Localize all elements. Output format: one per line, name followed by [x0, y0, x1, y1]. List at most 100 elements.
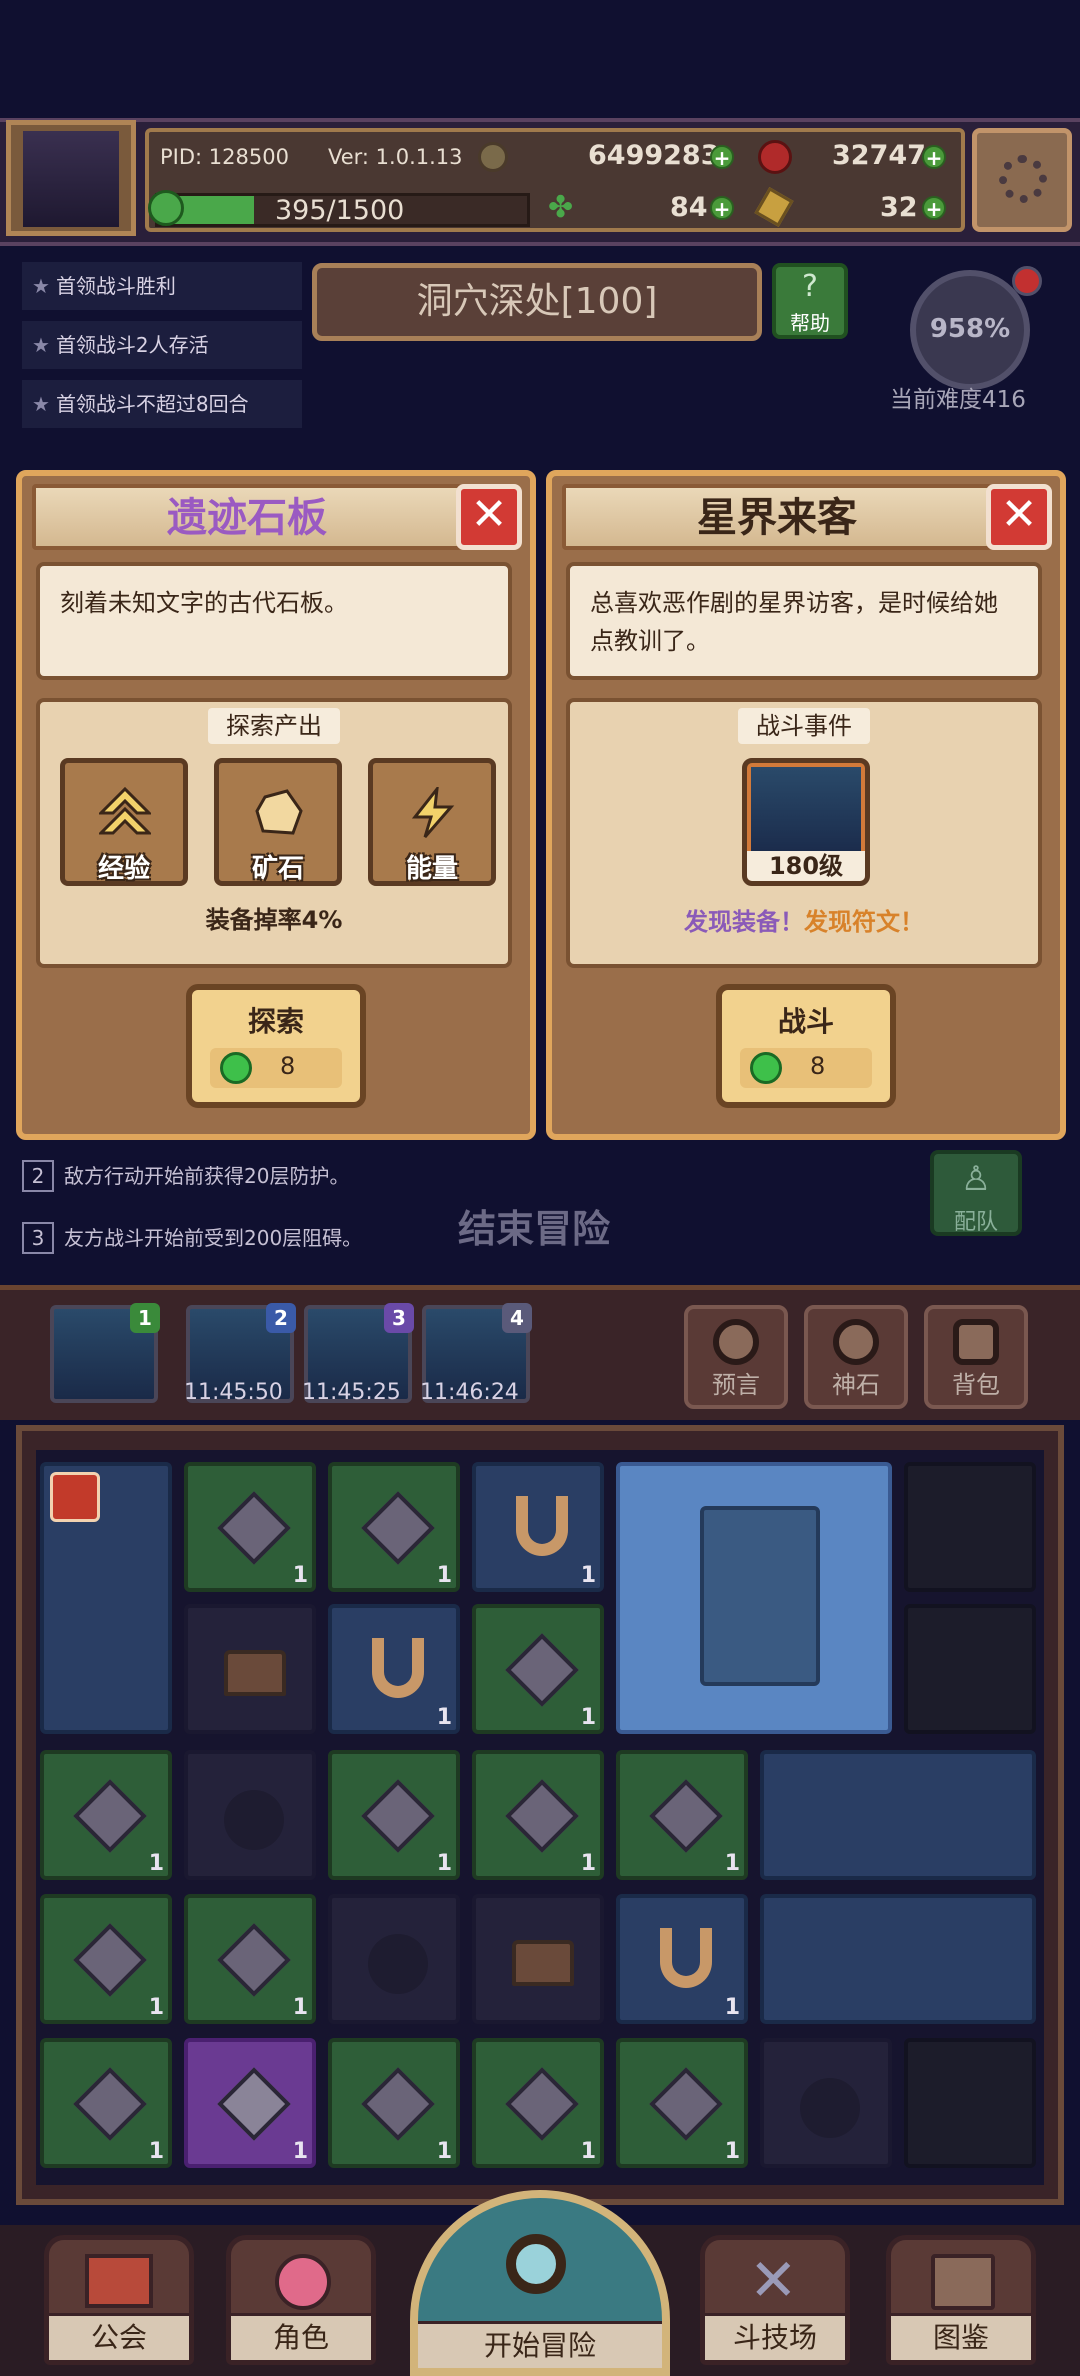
drop-rate-text: 装备掉率4%: [205, 906, 343, 934]
close-button[interactable]: ✕: [986, 484, 1052, 550]
rule-number: 3: [22, 1222, 54, 1254]
grid-cell-ore[interactable]: 1: [40, 1894, 172, 2024]
cost-row: 8: [740, 1048, 872, 1088]
pid-text: PID: 128500: [160, 145, 289, 169]
cell-count: 1: [148, 2139, 164, 2164]
grid-cell-ore[interactable]: 1: [616, 2038, 748, 2168]
cell-count: 1: [292, 1563, 308, 1588]
grid-cell-shadow[interactable]: [184, 1750, 316, 1880]
nav-guild[interactable]: 公会: [44, 2235, 194, 2365]
end-adventure-button[interactable]: 结束冒险: [458, 1198, 610, 1253]
star-visitor-tile[interactable]: [760, 1894, 1036, 2024]
lightning-icon: [411, 787, 455, 838]
ore-icon: [217, 1923, 291, 1997]
alert-dot-icon: [1012, 266, 1042, 296]
cell-count: 1: [436, 1851, 452, 1876]
coins-value: 6499283: [588, 140, 720, 171]
add-keys-icon[interactable]: +: [922, 196, 946, 220]
prophecy-button[interactable]: 预言: [684, 1305, 788, 1409]
output-panel-title: 探索产出: [208, 708, 340, 744]
slot-timer: 11:45:50: [184, 1380, 283, 1405]
reward-ore[interactable]: 矿石: [214, 758, 342, 886]
coin-icon: [478, 142, 508, 172]
green-gem-icon: [220, 1052, 252, 1084]
team-button[interactable]: ♙ 配队: [930, 1150, 1022, 1236]
explore-button[interactable]: 探索 8: [186, 984, 366, 1108]
grid-cell-ore[interactable]: 1: [472, 1750, 604, 1880]
battle-button[interactable]: 战斗 8: [716, 984, 896, 1108]
backpack-button[interactable]: 背包: [924, 1305, 1028, 1409]
chest-icon: [224, 1650, 286, 1696]
nav-arena[interactable]: ✕ 斗技场: [700, 2235, 850, 2365]
close-icon: ✕: [1000, 489, 1038, 540]
battle-panel-title: 战斗事件: [738, 708, 870, 744]
add-clover-icon[interactable]: +: [710, 196, 734, 220]
grid-cell-ore[interactable]: 1: [184, 1894, 316, 2024]
help-button[interactable]: ? 帮助: [772, 263, 848, 339]
cell-count: 1: [580, 1563, 596, 1588]
grid-cell-ore[interactable]: 1: [184, 1462, 316, 1592]
ore-icon: [649, 2067, 723, 2141]
home-marker-icon: [50, 1472, 100, 1522]
grid-cell-item[interactable]: 1: [472, 1462, 604, 1592]
stone-tablet-icon: [700, 1506, 820, 1686]
grid-cell-item[interactable]: 1: [616, 1894, 748, 2024]
grid-cell-rare-ore[interactable]: 1: [184, 2038, 316, 2168]
grid-cell-ore[interactable]: 1: [40, 1750, 172, 1880]
rubies-value: 32747: [832, 140, 926, 171]
ore-icon: [505, 1633, 579, 1707]
cell-count: 1: [724, 1995, 740, 2020]
player-avatar[interactable]: [6, 120, 136, 236]
cell-count: 1: [724, 1851, 740, 1876]
grid-cell-shadow[interactable]: [760, 2038, 892, 2168]
ore-icon: [73, 2067, 147, 2141]
grid-cell-ore[interactable]: 1: [328, 1750, 460, 1880]
grid-cell-ore[interactable]: 1: [472, 1604, 604, 1734]
card-title: 遗迹石板: [167, 495, 327, 541]
grid-cell-ore[interactable]: 1: [40, 2038, 172, 2168]
add-coins-icon[interactable]: +: [710, 145, 734, 169]
grid-cell-monster[interactable]: [328, 1894, 460, 2024]
reward-exp[interactable]: 经验: [60, 758, 188, 886]
slot-number: 4: [502, 1303, 532, 1333]
magnifier-icon: [506, 2234, 566, 2294]
team-label: 配队: [953, 1210, 998, 1235]
keys-value: 32: [880, 192, 918, 223]
reward-label: 矿石: [251, 854, 304, 884]
clover-value: 84: [670, 192, 708, 223]
godstone-button[interactable]: 神石: [804, 1305, 908, 1409]
quest-item: ★ 首领战斗不超过8回合: [22, 380, 302, 428]
entrance-tile[interactable]: [40, 1462, 172, 1734]
reward-energy[interactable]: 能量: [368, 758, 496, 886]
nav-start-adventure[interactable]: 开始冒险: [410, 2190, 670, 2376]
battle-panel: 战斗事件 180级 发现装备！发现符文！: [566, 698, 1042, 968]
shadow-icon: [224, 1790, 284, 1850]
star-icon: ★: [32, 392, 50, 416]
close-button[interactable]: ✕: [456, 484, 522, 550]
difficulty-dial[interactable]: 958%: [910, 270, 1030, 390]
star-icon: ★: [32, 274, 50, 298]
cell-count: 1: [436, 2139, 452, 2164]
card-title: 星界来客: [697, 495, 857, 541]
settings-button[interactable]: [972, 128, 1072, 232]
grid-cell-chest[interactable]: [184, 1604, 316, 1734]
nav-codex[interactable]: 图鉴: [886, 2235, 1036, 2365]
chest-icon: [512, 1940, 574, 1986]
nav-label: 斗技场: [705, 2313, 845, 2360]
nav-label: 开始冒险: [418, 2321, 662, 2368]
grid-cell-ore[interactable]: 1: [616, 1750, 748, 1880]
add-rubies-icon[interactable]: +: [922, 145, 946, 169]
grid-cell-ore[interactable]: 1: [328, 1462, 460, 1592]
cell-count: 1: [436, 1563, 452, 1588]
creature-tile[interactable]: [760, 1750, 1036, 1880]
event-card-ruins: 遗迹石板 ✕ 刻着未知文字的古代石板。 探索产出 经验 矿石 能量 装备掉率4%…: [16, 470, 536, 1140]
grid-cell-ore[interactable]: 1: [328, 2038, 460, 2168]
enemy-portrait[interactable]: 180级: [742, 758, 870, 886]
cost-row: 8: [210, 1048, 342, 1088]
grid-cell-ore[interactable]: 1: [472, 2038, 604, 2168]
slot-1[interactable]: 1: [50, 1303, 160, 1403]
grid-cell-item[interactable]: 1: [328, 1604, 460, 1734]
grid-cell-chest[interactable]: [472, 1894, 604, 2024]
ruins-stone-tile[interactable]: [616, 1462, 892, 1734]
nav-character[interactable]: 角色: [226, 2235, 376, 2365]
